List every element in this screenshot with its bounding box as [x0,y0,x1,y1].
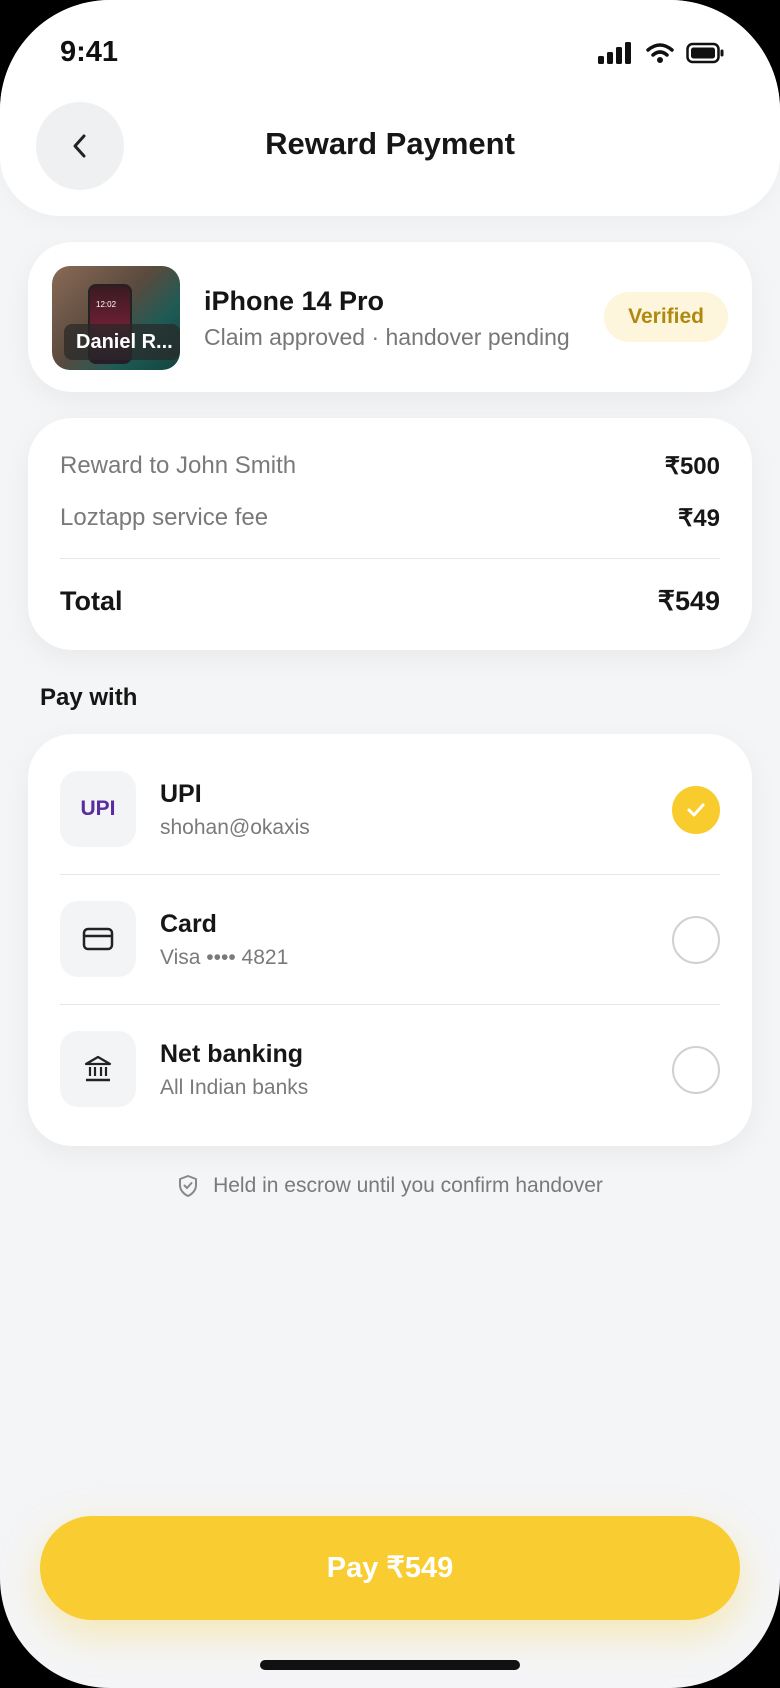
summary-row-fee: Loztapp service fee ₹49 [60,504,720,533]
home-indicator [260,1660,520,1670]
pay-with-heading: Pay with [40,684,138,711]
radio-unselected[interactable] [672,916,720,964]
pay-button[interactable]: Pay ₹549 [40,1516,740,1620]
app-screen: 9:41 Reward Payment 12:02 Daniel R... iP… [0,0,780,1688]
item-card[interactable]: 12:02 Daniel R... iPhone 14 Pro Claim ap… [28,242,752,392]
radio-selected[interactable] [672,786,720,834]
summary-row-reward: Reward to John Smith ₹500 [60,452,720,481]
summary-label: Loztapp service fee [60,504,269,531]
total-value: ₹549 [657,586,720,616]
thumbnail-owner-tag: Daniel R... [64,324,180,360]
method-subtitle: Visa •••• 4821 [160,946,289,969]
wifi-icon [646,43,674,63]
status-icons [598,42,724,64]
method-title: Card [160,910,217,938]
header-bar: 9:41 Reward Payment [0,0,780,216]
summary-row-total: Total ₹549 [60,586,720,617]
shield-check-icon [179,1175,198,1197]
summary-value: ₹500 [664,453,720,480]
method-subtitle: All Indian banks [160,1076,309,1099]
thumb-phone-time: 12:02 [96,300,117,309]
battery-icon [686,42,724,64]
verified-badge: Verified [604,292,728,342]
escrow-text: Held in escrow until you confirm handove… [213,1174,603,1197]
bank-icon [60,1031,136,1107]
credit-card-icon [82,927,114,951]
summary-value: ₹49 [678,505,720,532]
summary-label: Reward to John Smith [60,452,297,479]
item-status: Claim approved · handover pending [204,324,570,350]
upi-icon-text: UPI [80,797,116,820]
item-title: iPhone 14 Pro [204,286,385,316]
payment-summary-card: Reward to John Smith ₹500 Loztapp servic… [28,418,752,650]
card-icon [60,901,136,977]
check-icon [687,803,705,817]
payment-methods-card: UPI UPI shohan@okaxis Card Visa •••• 482… [28,734,752,1146]
upi-icon: UPI [60,771,136,847]
payment-method-upi[interactable]: UPI UPI shohan@okaxis [28,734,752,864]
method-title: Net banking [160,1040,304,1068]
summary-divider [60,558,720,559]
bank-building-icon [84,1055,112,1082]
radio-unselected[interactable] [672,1046,720,1094]
method-subtitle: shohan@okaxis [160,816,310,839]
payment-method-card[interactable]: Card Visa •••• 4821 [28,864,752,994]
signal-icon [598,42,631,64]
item-thumbnail: 12:02 Daniel R... [52,266,180,370]
escrow-note: Held in escrow until you confirm handove… [0,1174,780,1198]
page-title: Reward Payment [265,126,515,161]
method-title: UPI [160,780,202,808]
payment-method-netbanking[interactable]: Net banking All Indian banks [28,994,752,1124]
status-time: 9:41 [60,36,119,68]
total-label: Total [60,586,123,616]
